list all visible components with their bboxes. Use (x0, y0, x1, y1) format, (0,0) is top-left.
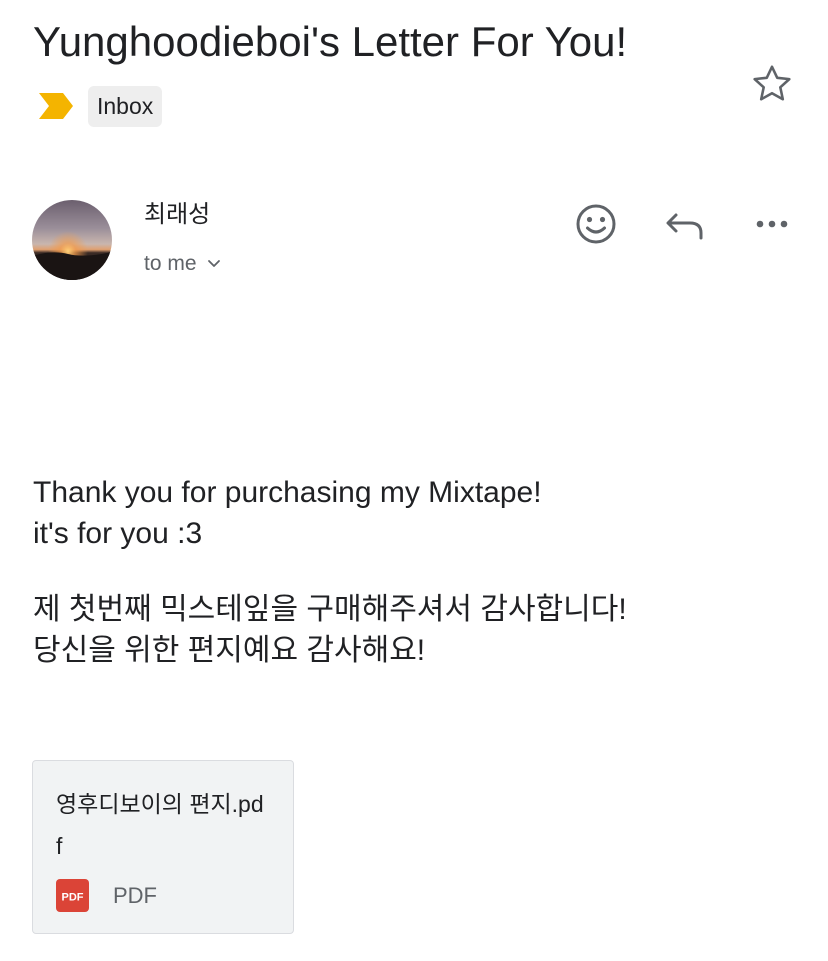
sender-name[interactable]: 최래성 (144, 197, 210, 233)
attachment-type: PDF (113, 883, 157, 908)
attachment-card[interactable]: 영후디보이의 편지.pdf PDF PDF (32, 760, 294, 934)
smiley-icon[interactable] (572, 200, 620, 248)
body-line-2: it's for you :3 (33, 517, 203, 550)
label-chip-inbox[interactable]: Inbox (88, 86, 163, 127)
attachment-filename: 영후디보이의 편지.pdf (56, 791, 264, 859)
body-line-4: 당신을 위한 편지예요 감사해요! (33, 634, 426, 667)
email-subject: Yunghoodieboi's Letter For You! (33, 18, 628, 65)
pdf-file-icon: PDF (56, 879, 89, 912)
avatar[interactable] (32, 200, 112, 280)
star-icon[interactable] (750, 62, 794, 106)
email-body: Thank you for purchasing my Mixtape! it'… (33, 472, 627, 671)
body-line-1: Thank you for purchasing my Mixtape! (33, 476, 542, 509)
body-line-3: 제 첫번째 믹스테잎을 구매해주셔서 감사합니다! (33, 593, 627, 626)
importance-marker-icon[interactable] (38, 92, 74, 120)
pdf-icon-label: PDF (62, 892, 84, 904)
recipient-details-toggle[interactable]: to me (144, 248, 221, 280)
reply-icon[interactable] (660, 200, 708, 248)
chevron-down-icon (207, 260, 220, 267)
more-horizontal-icon[interactable] (748, 200, 796, 248)
recipient-label: to me (144, 252, 197, 275)
